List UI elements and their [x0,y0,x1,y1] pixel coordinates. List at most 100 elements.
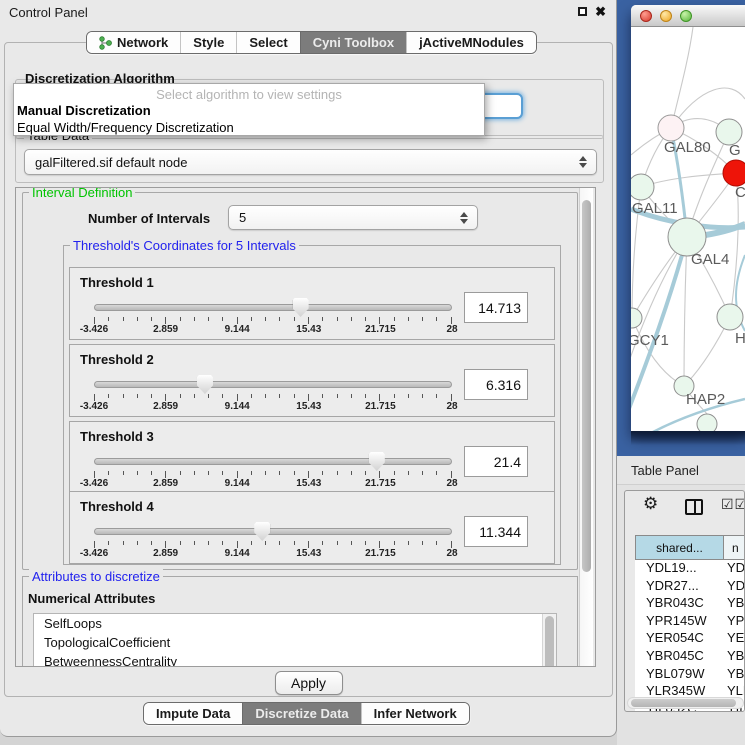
checkbox-icons[interactable]: ☑☑ [721,497,745,513]
zoom-traffic-light[interactable] [680,10,692,22]
control-panel-window: Control Panel ✖ Network Style Select Cyn… [0,0,617,737]
list-item[interactable]: SelfLoops [34,614,556,633]
table-row[interactable]: YDR27...YDR2 [635,578,745,596]
attributes-group: Attributes to discretize Numerical Attri… [22,576,578,667]
network-window-titlebar [631,5,745,27]
tab-select-label: Select [249,35,287,50]
column-header-name[interactable]: n [724,535,745,560]
threshold-2-panel: Threshold 2 -3.4262.8599.14415.4321.7152… [69,344,555,417]
thresholds-group: Threshold's Coordinates for 5 Intervals … [63,245,561,565]
network-view-window: GAL80 G GAL11 GAL4 GCY1 H HAP2 C [631,5,745,431]
table-data-selected-value: galFiltered.sif default node [25,155,187,170]
threshold-2-slider-thumb[interactable] [197,375,213,394]
network-icon [99,36,112,50]
node-partial-bottom[interactable] [697,414,717,431]
node-gal11[interactable] [631,174,654,200]
table-horizontal-scrollbar[interactable] [627,697,744,709]
tab-cyni-toolbox[interactable]: Cyni Toolbox [300,32,406,53]
node-label-gal11: GAL11 [632,200,678,217]
number-of-intervals-label: Number of Intervals [88,211,210,226]
table-data-combobox[interactable]: galFiltered.sif default node [24,149,597,175]
split-columns-icon[interactable] [685,499,703,515]
cell: YDL19... [635,560,724,578]
network-canvas[interactable]: GAL80 G GAL11 GAL4 GCY1 H HAP2 C [631,27,745,431]
control-panel-titlebar: Control Panel ✖ [0,0,616,24]
tab-infer-network-label: Infer Network [374,706,457,721]
cell: YER0 [724,630,745,648]
node-label-partial-g: G [729,142,741,159]
close-traffic-light[interactable] [640,10,652,22]
table-row[interactable]: YER054CYER0 [635,630,745,648]
tab-discretize-data-label: Discretize Data [255,706,348,721]
threshold-1-axis-labels: -3.4262.8599.14415.4321.71528 [94,324,452,336]
float-window-icon[interactable] [578,7,587,16]
threshold-4-slider-track[interactable] [94,528,452,535]
table-row[interactable]: YDL19...YDL1 [635,560,745,578]
numerical-attributes-list: SelfLoops TopologicalCoefficient Between… [33,613,557,667]
node-label-gal4: GAL4 [691,251,729,268]
node-gal80[interactable] [658,115,684,141]
threshold-3-axis-labels: -3.4262.8599.14415.4321.71528 [94,478,452,490]
column-header-shared-name[interactable]: shared... [635,535,724,560]
cell: YDL1 [724,560,745,578]
threshold-3-slider-thumb[interactable] [369,452,385,471]
node-label-gcy1: GCY1 [631,332,669,349]
threshold-2-slider-track[interactable] [94,381,452,388]
dropdown-item-equal-width[interactable]: Equal Width/Frequency Discretization [17,120,234,135]
node-label-gal80: GAL80 [664,139,711,156]
window-shadow [631,431,745,445]
settings-scrollbar[interactable] [579,188,593,666]
settings-scrollpane: Interval Definition Number of Intervals … [15,187,596,667]
tab-jactivemnodules[interactable]: jActiveMNodules [406,32,536,53]
tab-infer-network[interactable]: Infer Network [361,703,469,724]
combo-arrows-icon [460,212,468,224]
table-row[interactable]: YBR045CYBR0 [635,648,745,666]
list-item[interactable]: TopologicalCoefficient [34,633,556,652]
tab-impute-data[interactable]: Impute Data [144,703,242,724]
threshold-4-slider-thumb[interactable] [254,522,270,541]
bottom-tabstrip: Impute Data Discretize Data Infer Networ… [143,702,470,725]
cell: YDR2 [724,578,745,596]
table-row[interactable]: YPR145WYPR1 [635,613,745,631]
threshold-1-value-field[interactable]: 14.713 [464,292,528,323]
threshold-1-slider-track[interactable] [94,304,452,311]
table-header-row: shared... n [635,535,745,560]
attributes-group-title: Attributes to discretize [29,569,163,584]
number-of-intervals-combobox[interactable]: 5 [228,205,478,230]
list-scrollbar[interactable] [542,614,556,667]
list-item[interactable]: BetweennessCentrality [34,652,556,667]
threshold-2-axis-labels: -3.4262.8599.14415.4321.71528 [94,401,452,413]
dropdown-item-manual-discretization[interactable]: Manual Discretization [17,103,151,118]
interval-definition-group: Interval Definition Number of Intervals … [22,192,578,570]
dropdown-placeholder-item[interactable]: Select algorithm to view settings [14,87,484,102]
threshold-2-value-field[interactable]: 6.316 [464,369,528,400]
cell: YER054C [635,630,724,648]
threshold-1-slider-thumb[interactable] [293,298,309,317]
threshold-4-panel: Threshold 4 -3.4262.8599.14415.4321.7152… [69,491,555,564]
threshold-3-panel: Threshold 3 -3.4262.8599.14415.4321.7152… [69,421,555,494]
node-selected-red[interactable] [723,160,745,186]
tab-select[interactable]: Select [236,32,299,53]
table-row[interactable]: YBR043CYBR0 [635,595,745,613]
threshold-2-ticks [94,394,452,401]
apply-button[interactable]: Apply [275,671,343,695]
top-tabstrip: Network Style Select Cyni Toolbox jActiv… [86,31,537,54]
close-icon[interactable]: ✖ [595,4,606,20]
network-graph: GAL80 G GAL11 GAL4 GCY1 H HAP2 C [631,27,745,431]
thresholds-group-title: Threshold's Coordinates for 5 Intervals [70,238,299,253]
node-right-mid[interactable] [717,304,743,330]
threshold-4-value-field[interactable]: 11.344 [464,516,528,547]
table-panel-body: ⚙ ☑☑ shared... n YDL19...YDL1 YDR27...YD… [624,490,745,712]
algorithm-dropdown-popup: Select algorithm to view settings Manual… [13,83,485,136]
table-panel-title: Table Panel [631,463,699,478]
minimize-traffic-light[interactable] [660,10,672,22]
table-row[interactable]: YBL079WYBL0 [635,666,745,684]
tab-style-label: Style [193,35,224,50]
gear-icon[interactable]: ⚙ [643,494,658,514]
threshold-3-slider-track[interactable] [94,458,452,465]
node-gcy1[interactable] [631,308,642,328]
threshold-3-value-field[interactable]: 21.4 [464,446,528,477]
tab-style[interactable]: Style [180,32,236,53]
tab-discretize-data[interactable]: Discretize Data [242,703,360,724]
tab-network[interactable]: Network [87,32,180,53]
